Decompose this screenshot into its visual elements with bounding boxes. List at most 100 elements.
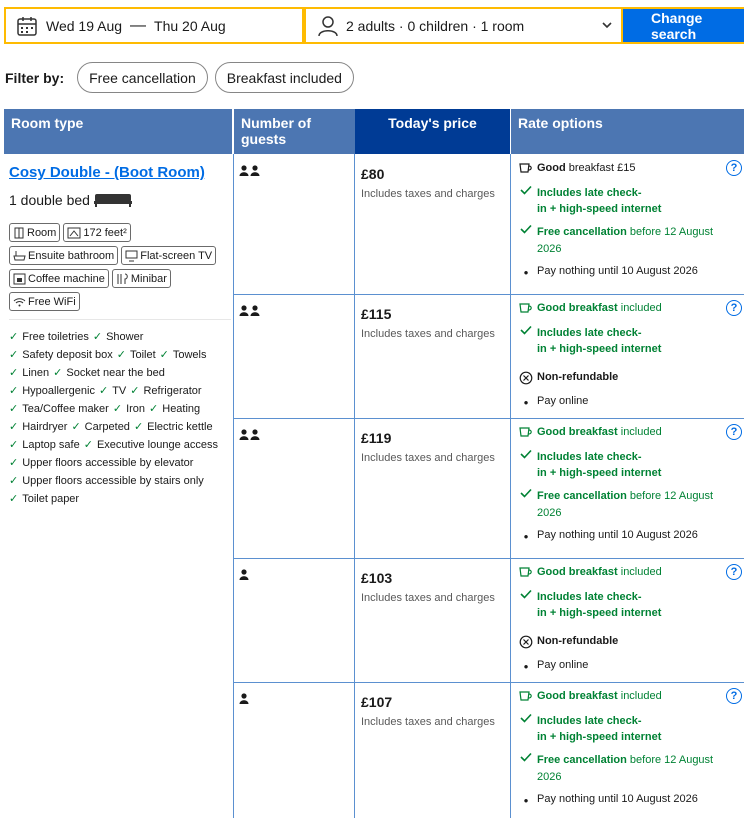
info-icon[interactable]: ? (726, 160, 742, 176)
feature-label: 172 feet² (83, 226, 127, 239)
amenity-item: ✓ Tea/Coffee maker (9, 403, 109, 415)
late-checkin-text: Includes late check- (537, 591, 642, 603)
check-icon: ✓ (98, 385, 109, 397)
breakfast-label: Good breakfast (537, 566, 618, 578)
check-in-date: Wed 19 Aug (46, 17, 123, 34)
date-picker[interactable]: Wed 19 Aug — Thu 20 Aug (4, 7, 304, 44)
amenities-divider (9, 319, 231, 320)
late-checkin-text: in + high-speed internet (537, 203, 662, 215)
guests-2 (239, 304, 263, 320)
non-refundable-line: Non-refundable (515, 371, 618, 385)
amenity-label: Free toiletries (22, 331, 89, 343)
amenity-item: ✓ Toilet (117, 349, 156, 361)
filter-label: Filter by: (5, 69, 65, 86)
late-checkin-text: in + high-speed internet (537, 607, 662, 619)
cancellation-detail: before 12 August (626, 490, 714, 502)
bed-text: 1 double bed (9, 192, 90, 208)
cancellation-label: Free cancellation (537, 754, 627, 766)
header-guests: Number of guests (234, 109, 355, 154)
search-bar: Wed 19 Aug — Thu 20 Aug 2 adults · 0 chi… (4, 7, 744, 44)
amenity-label: TV (112, 385, 127, 397)
room-features: Room 172 feet² Ensuite bathroom Flat-scr… (9, 223, 231, 311)
check-icon (515, 589, 537, 599)
check-icon: ✓ (71, 421, 81, 433)
info-icon[interactable]: ? (726, 688, 742, 704)
coffee-cup-icon (515, 302, 537, 314)
feature-ensuite-bathroom: Ensuite bathroom (9, 246, 119, 265)
check-icon: ✓ (9, 385, 19, 397)
column-divider (510, 154, 511, 818)
check-icon: ✓ (130, 385, 140, 397)
price-cell: £103 Includes taxes and charges (361, 570, 495, 604)
bathroom-icon (13, 250, 26, 260)
non-refundable-icon (515, 371, 537, 385)
breakfast-line: Good breakfast included (515, 690, 662, 702)
bullet-icon: • (523, 793, 529, 808)
person-icon (318, 15, 338, 36)
late-checkin-text: in + high-speed internet (537, 731, 662, 743)
amenity-item: ✓ Iron (113, 403, 145, 415)
check-icon: ✓ (9, 475, 19, 487)
payment-line: • Pay online (515, 395, 589, 410)
check-out-date: Thu 20 Aug (154, 17, 226, 34)
late-checkin-text: Includes late check- (537, 187, 642, 199)
info-icon[interactable]: ? (726, 300, 742, 316)
price-value: £80 (361, 166, 385, 182)
check-icon: ✓ (149, 403, 159, 415)
price-value: £115 (361, 306, 392, 322)
check-icon: ✓ (9, 421, 19, 433)
room-size-icon (67, 227, 81, 238)
amenity-item: ✓ Electric kettle (134, 421, 213, 433)
bullet-icon: • (523, 395, 529, 410)
row-divider (233, 682, 744, 683)
amenity-item: ✓ Laptop safe (9, 439, 80, 451)
amenity-item: ✓ Linen (9, 367, 49, 379)
amenity-label: Laptop safe (22, 439, 80, 451)
check-icon: ✓ (83, 439, 93, 451)
cancellation-label: Free cancellation (537, 226, 627, 238)
price-value: £103 (361, 570, 393, 586)
payment-text: Pay nothing until 10 August 2026 (537, 793, 698, 805)
non-refundable-line: Non-refundable (515, 635, 618, 649)
occupancy-selector[interactable]: 2 adults · 0 children · 1 room (306, 7, 623, 44)
amenity-item: ✓ Heating (149, 403, 200, 415)
breakfast-line: Good breakfast included (515, 566, 662, 578)
late-checkin-text: in + high-speed internet (537, 343, 662, 355)
amenity-label: Shower (106, 331, 144, 343)
amenity-item: ✓ Hairdryer (9, 421, 67, 433)
filter-chip-free-cancellation[interactable]: Free cancellation (77, 62, 208, 93)
filter-chip-breakfast-included[interactable]: Breakfast included (214, 62, 354, 93)
non-refundable-icon (515, 635, 537, 649)
check-icon: ✓ (9, 403, 19, 415)
amenities-list: ✓ Free toiletries ✓ Shower ✓ Safety deposit b… (9, 328, 231, 508)
amenity-label: Iron (126, 403, 146, 415)
price-cell: £107 Includes taxes and charges (361, 694, 495, 728)
amenity-item: ✓ Executive lounge access (84, 439, 218, 451)
guests-1 (239, 568, 251, 584)
guest-person-icon (239, 568, 251, 584)
info-icon[interactable]: ? (726, 564, 742, 580)
payment-line: • Pay nothing until 10 August 2026 (515, 793, 698, 808)
amenity-label: Hypoallergenic (22, 385, 95, 397)
wifi-icon (13, 297, 26, 306)
occupancy-text: 2 adults · 0 children · 1 room (346, 17, 525, 34)
chevron-down-icon (602, 22, 612, 29)
amenity-line: ✓ Upper floors accessible by elevator (9, 454, 231, 472)
info-icon[interactable]: ? (726, 424, 742, 440)
check-icon: ✓ (9, 457, 19, 469)
room-name-link[interactable]: Cosy Double - (Boot Room) (9, 164, 205, 181)
amenity-label: Tea/Coffee maker (22, 403, 109, 415)
check-icon: ✓ (9, 331, 19, 343)
late-checkin-line: Includes late check-in + high-speed inte… (515, 589, 661, 621)
feature-label: Coffee machine (28, 272, 105, 285)
feature-free-wifi: Free WiFi (9, 292, 80, 311)
check-icon (515, 185, 537, 195)
amenity-item: ✓ Hypoallergenic (9, 385, 95, 397)
check-icon (515, 752, 537, 762)
double-bed-icon (93, 194, 132, 207)
feature-label: Free WiFi (28, 295, 76, 308)
amenity-line: ✓ Hypoallergenic ✓ TV ✓ Refrigerator (9, 382, 231, 400)
check-icon: ✓ (9, 439, 19, 451)
change-search-button[interactable]: Change search (623, 7, 744, 44)
payment-text: Pay online (537, 395, 589, 407)
